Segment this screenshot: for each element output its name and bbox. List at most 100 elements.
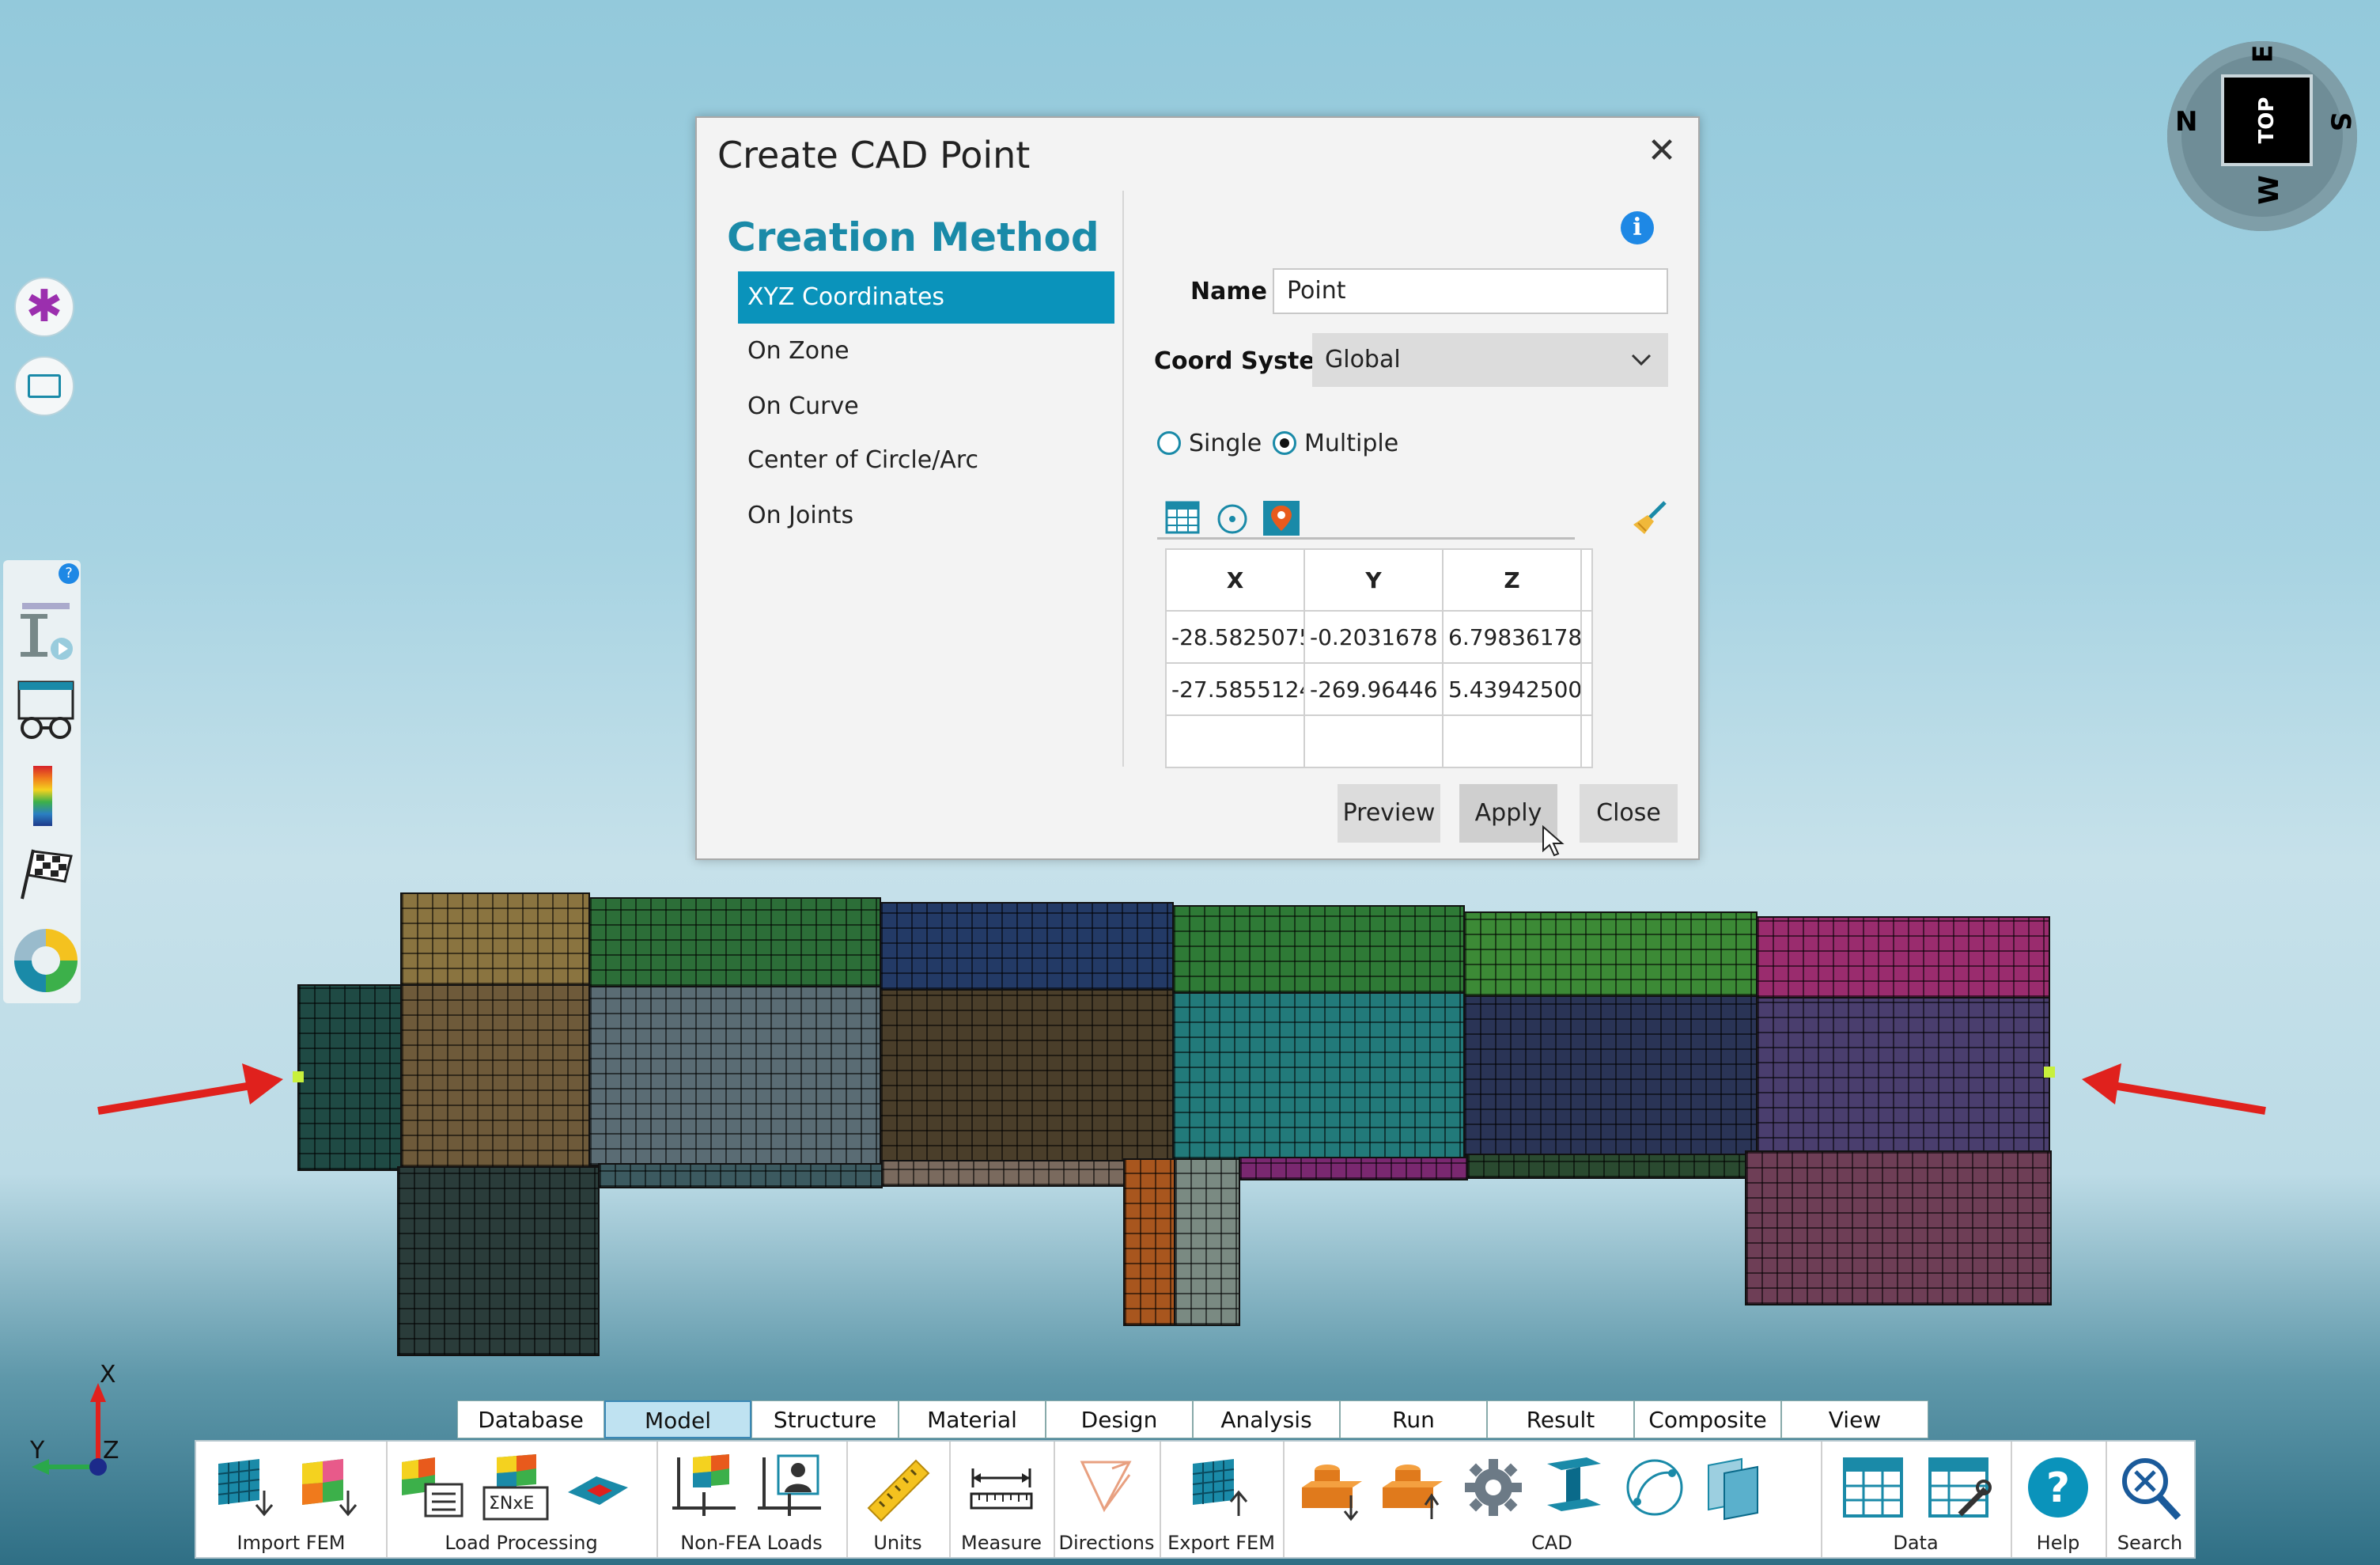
- view-cube-label: TOP: [2255, 97, 2279, 144]
- single-radio[interactable]: [1157, 431, 1181, 455]
- mesh-zone[interactable]: [397, 1166, 600, 1356]
- load-mapping-icon[interactable]: [565, 1453, 634, 1522]
- gear-icon[interactable]: [1459, 1453, 1528, 1522]
- map-location-icon[interactable]: [1262, 499, 1301, 537]
- search-icon[interactable]: [2115, 1453, 2185, 1522]
- mesh-zone[interactable]: [1239, 1157, 1468, 1180]
- grid-cell-extra[interactable]: [1580, 610, 1593, 664]
- curve-icon[interactable]: [1620, 1453, 1689, 1522]
- close-button[interactable]: Close: [1580, 784, 1678, 843]
- info-icon[interactable]: i: [1621, 211, 1654, 244]
- i-beam-icon[interactable]: [1539, 1453, 1609, 1522]
- grid-cell-x[interactable]: [1165, 714, 1305, 768]
- pick-point-icon[interactable]: [1216, 502, 1249, 536]
- coordinates-grid[interactable]: X Y Z -28.5825075 -0.2031678 6.79836178 …: [1165, 548, 1593, 768]
- mesh-zone[interactable]: [1174, 1158, 1240, 1326]
- mesh-zone[interactable]: [881, 1160, 1126, 1187]
- mesh-zone[interactable]: [880, 989, 1174, 1163]
- tab-material[interactable]: Material: [899, 1400, 1046, 1438]
- tab-run[interactable]: Run: [1340, 1400, 1487, 1438]
- coord-system-select[interactable]: Global: [1312, 333, 1668, 387]
- mesh-zone[interactable]: [1745, 1150, 2052, 1305]
- box-select-button[interactable]: [14, 356, 74, 416]
- cad-import-icon[interactable]: [1296, 1453, 1365, 1522]
- mesh-zone[interactable]: [400, 892, 590, 986]
- measure-icon[interactable]: [967, 1453, 1036, 1522]
- beam-section-icon[interactable]: [14, 600, 78, 666]
- color-wheel-icon[interactable]: [14, 929, 78, 992]
- mesh-zone[interactable]: [1466, 1154, 1746, 1179]
- multiple-radio[interactable]: [1273, 431, 1296, 455]
- mesh-zone[interactable]: [880, 902, 1174, 991]
- surface-icon[interactable]: [1701, 1453, 1770, 1522]
- mesh-zone[interactable]: [1463, 995, 1758, 1157]
- name-input[interactable]: Point: [1273, 268, 1668, 314]
- tab-model[interactable]: Model: [604, 1400, 751, 1438]
- grid-cell-z[interactable]: 6.79836178: [1442, 610, 1582, 664]
- tab-result[interactable]: Result: [1487, 1400, 1634, 1438]
- grid-cell-z[interactable]: 5.43942500: [1442, 662, 1582, 716]
- tab-composite[interactable]: Composite: [1634, 1400, 1781, 1438]
- tab-design[interactable]: Design: [1046, 1400, 1193, 1438]
- view-compass[interactable]: TOP N E S W: [2167, 41, 2357, 231]
- grid-cell-z[interactable]: [1442, 714, 1582, 768]
- directions-icon[interactable]: [1071, 1453, 1141, 1522]
- grid-cell-y[interactable]: -269.96446: [1304, 662, 1444, 716]
- ruler-icon[interactable]: [864, 1453, 933, 1522]
- method-on-joints[interactable]: On Joints: [738, 490, 1114, 542]
- method-center-of-circle-arc[interactable]: Center of Circle/Arc: [738, 434, 1114, 487]
- clear-broom-icon[interactable]: [1630, 499, 1670, 537]
- grid-cell-y[interactable]: -0.2031678: [1304, 610, 1444, 664]
- method-on-zone[interactable]: On Zone: [738, 325, 1114, 377]
- table-grid-icon[interactable]: [1165, 501, 1200, 534]
- non-fea-load-icon[interactable]: [669, 1453, 739, 1522]
- mesh-zone[interactable]: [1463, 911, 1758, 997]
- load-combination-icon[interactable]: ΣNxE: [481, 1453, 551, 1522]
- mesh-zone[interactable]: [297, 984, 402, 1171]
- side-toolbar: ?: [3, 560, 81, 1003]
- table-row[interactable]: -28.5825075 -0.2031678 6.79836178: [1165, 610, 1593, 664]
- annotation-arrow-right: [2082, 1063, 2266, 1115]
- table-row[interactable]: -27.5855124 -269.96446 5.43942500: [1165, 662, 1593, 716]
- view-cube-top[interactable]: TOP: [2221, 74, 2313, 166]
- mesh-zone[interactable]: [588, 986, 881, 1166]
- mesh-zone[interactable]: [588, 897, 881, 987]
- export-mesh-icon[interactable]: [1186, 1453, 1256, 1522]
- mesh-zone[interactable]: [1172, 992, 1465, 1160]
- grid-cell-extra[interactable]: [1580, 662, 1593, 716]
- mesh-zone[interactable]: [400, 984, 590, 1168]
- mesh-zone[interactable]: [1123, 1158, 1175, 1326]
- group-help: ? Help: [2011, 1442, 2107, 1557]
- tab-database[interactable]: Database: [457, 1400, 604, 1438]
- grid-cell-extra[interactable]: [1580, 714, 1593, 768]
- select-all-button[interactable]: ✱: [14, 277, 74, 337]
- glasses-view-icon[interactable]: [14, 679, 78, 742]
- close-icon[interactable]: ✕: [1644, 134, 1679, 169]
- import-results-icon[interactable]: [296, 1453, 365, 1522]
- data-edit-icon[interactable]: [1924, 1453, 1993, 1522]
- tab-structure[interactable]: Structure: [751, 1400, 899, 1438]
- cad-export-icon[interactable]: [1376, 1453, 1446, 1522]
- help-icon[interactable]: ?: [2023, 1453, 2093, 1522]
- grid-cell-x[interactable]: -27.5855124: [1165, 662, 1305, 716]
- mesh-zone[interactable]: [598, 1163, 883, 1188]
- import-mesh-icon[interactable]: [212, 1453, 282, 1522]
- checkered-flag-icon[interactable]: [16, 847, 76, 902]
- tab-view[interactable]: View: [1781, 1400, 1928, 1438]
- help-badge-icon[interactable]: ?: [59, 563, 79, 584]
- mesh-zone[interactable]: [1172, 905, 1465, 994]
- grid-cell-x[interactable]: -28.5825075: [1165, 610, 1305, 664]
- load-list-icon[interactable]: [397, 1453, 467, 1522]
- method-xyz-coordinates[interactable]: XYZ Coordinates: [738, 271, 1114, 324]
- tab-analysis[interactable]: Analysis: [1193, 1400, 1340, 1438]
- person-load-icon[interactable]: [755, 1453, 824, 1522]
- mesh-zone[interactable]: [1756, 997, 2050, 1155]
- preview-button[interactable]: Preview: [1338, 784, 1440, 843]
- data-table-icon[interactable]: [1838, 1453, 1908, 1522]
- group-export-fem: Export FEM: [1160, 1442, 1285, 1557]
- grid-cell-y[interactable]: [1304, 714, 1444, 768]
- mesh-zone[interactable]: [1756, 916, 2050, 998]
- method-on-curve[interactable]: On Curve: [738, 381, 1114, 433]
- table-row[interactable]: [1165, 714, 1593, 768]
- color-legend-icon[interactable]: [33, 766, 52, 826]
